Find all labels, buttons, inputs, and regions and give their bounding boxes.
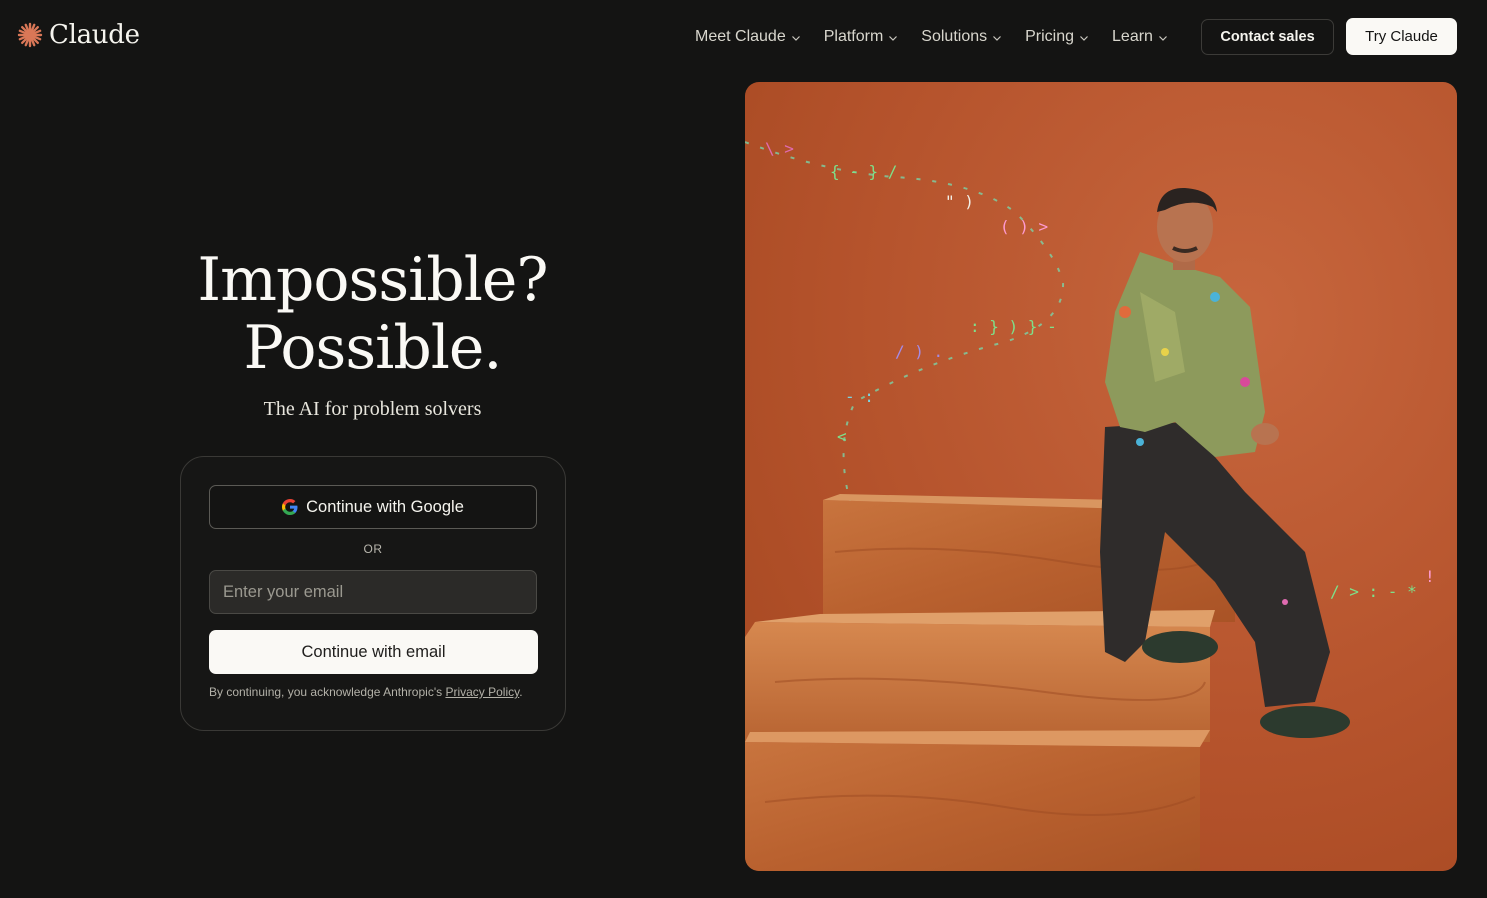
nav-learn-label: Learn: [1112, 28, 1153, 45]
or-divider: OR: [363, 542, 383, 556]
main-nav: Meet Claude Platform Solutions Pricing L…: [695, 26, 1191, 48]
google-button-label: Continue with Google: [306, 497, 464, 516]
svg-text:<: <: [837, 427, 847, 446]
privacy-disclaimer: By continuing, you acknowledge Anthropic…: [209, 685, 523, 699]
nav-meet-claude-label: Meet Claude: [695, 28, 786, 45]
hero-photo: \ > { - } / " ) ( ) > : } ) } - / ) . - …: [745, 82, 1457, 871]
nav-solutions-label: Solutions: [921, 28, 988, 45]
chevron-down-icon: [1159, 36, 1167, 41]
contact-sales-button[interactable]: Contact sales: [1201, 19, 1334, 55]
email-input[interactable]: [209, 570, 537, 614]
logo-text: Claude: [49, 20, 140, 50]
hero-title-line2: Possible.: [243, 313, 502, 383]
continue-with-google-button[interactable]: Continue with Google: [209, 485, 537, 529]
svg-text:!: !: [1425, 567, 1435, 586]
nav-platform-label: Platform: [823, 28, 884, 45]
chevron-down-icon: [1080, 36, 1088, 41]
chevron-down-icon: [993, 36, 1002, 41]
nav-solutions[interactable]: Solutions: [921, 26, 1002, 48]
nav-pricing-label: Pricing: [1025, 28, 1075, 45]
chevron-down-icon: [791, 36, 800, 41]
nav-learn[interactable]: Learn: [1112, 26, 1168, 48]
svg-text:" ): " ): [945, 192, 974, 211]
svg-text:( ) >: ( ) >: [1000, 217, 1048, 236]
disclaimer-prefix: By continuing, you acknowledge Anthropic…: [209, 685, 446, 699]
svg-text:{ - } /: { - } /: [830, 162, 897, 181]
privacy-policy-link[interactable]: Privacy Policy: [445, 685, 519, 699]
continue-with-email-button[interactable]: Continue with email: [209, 630, 538, 674]
svg-text:/ > : - *: / > : - *: [1330, 582, 1417, 601]
nav-meet-claude[interactable]: Meet Claude: [695, 26, 801, 48]
chevron-down-icon: [889, 36, 898, 41]
svg-text:- :: - :: [845, 387, 874, 406]
hero-title-line1: Impossible?: [197, 245, 548, 315]
try-claude-button[interactable]: Try Claude: [1346, 18, 1457, 55]
svg-text:: } ) } -: : } ) } -: [970, 317, 1057, 336]
login-card: Continue with Google OR Continue with em…: [180, 456, 566, 731]
hero-title: Impossible? Possible.: [0, 246, 745, 382]
claude-starburst-icon: [17, 22, 43, 48]
svg-text:/ ) .: / ) .: [895, 342, 943, 361]
claude-logo[interactable]: Claude: [17, 20, 140, 50]
svg-text:\ >: \ >: [765, 139, 794, 158]
hero-subtitle: The AI for problem solvers: [263, 398, 482, 420]
google-g-icon: [282, 499, 298, 515]
nav-platform[interactable]: Platform: [824, 26, 899, 48]
disclaimer-suffix: .: [519, 685, 523, 699]
hero-photo-illustration: \ > { - } / " ) ( ) > : } ) } - / ) . - …: [745, 139, 1435, 871]
nav-pricing[interactable]: Pricing: [1025, 26, 1089, 48]
